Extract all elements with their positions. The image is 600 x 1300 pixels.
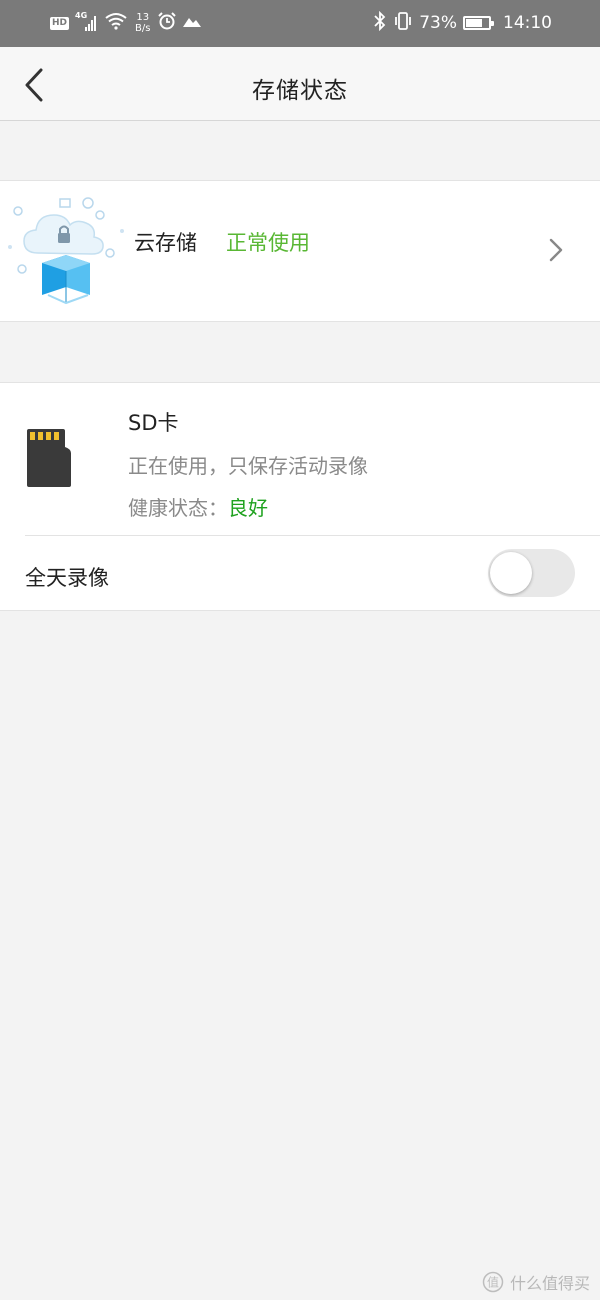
hd-badge: HD [50, 16, 70, 30]
network-type: 4G [75, 11, 88, 20]
battery-level [466, 19, 482, 27]
sd-health-label: 健康状态： [128, 496, 228, 520]
watermark-logo-icon: 值 [482, 1271, 504, 1293]
nav-bar: 存储状态 [0, 47, 600, 121]
wifi-icon [105, 12, 127, 34]
net-speed-value: 13 [136, 12, 150, 23]
sd-health-value: 良好 [228, 496, 268, 520]
cloud-storage-row[interactable]: 云存储 正常使用 [0, 180, 600, 322]
vibrate-icon [393, 11, 413, 35]
sd-health: 健康状态：良好 [128, 492, 268, 521]
all-day-recording-toggle[interactable] [488, 549, 575, 597]
toggle-knob [490, 552, 532, 594]
sd-card-icon [27, 429, 71, 487]
divider [25, 535, 600, 536]
sd-card-description: 正在使用，只保存活动录像 [128, 454, 368, 478]
net-speed: 13 B/s [135, 12, 150, 34]
cloud-storage-illustration [8, 197, 124, 305]
battery-percent: 73% [419, 13, 457, 33]
bluetooth-icon [373, 10, 387, 35]
chevron-right-icon [549, 238, 563, 262]
sd-card-section: SD卡 正在使用，只保存活动录像 健康状态：良好 全天录像 [0, 382, 600, 611]
watermark: 值 什么值得买 [482, 1270, 590, 1294]
battery-icon [463, 16, 494, 30]
cloud-storage-status: 正常使用 [226, 231, 310, 255]
cellular-signal-icon: 4G [75, 11, 99, 33]
all-day-recording-label: 全天录像 [25, 566, 109, 590]
svg-text:值: 值 [487, 1275, 499, 1290]
watermark-text: 什么值得买 [509, 1274, 590, 1293]
photo-icon [182, 13, 202, 33]
sd-card-title: SD卡 [128, 411, 179, 435]
alarm-icon [158, 12, 177, 34]
status-bar-left: HD 4G 13 B/s [50, 10, 202, 36]
cloud-storage-label: 云存储 [134, 231, 197, 255]
clock: 14:10 [503, 13, 552, 33]
net-speed-unit: B/s [135, 23, 151, 34]
status-bar: HD 4G 13 B/s 73% 14:10 [0, 0, 600, 47]
page-title: 存储状态 [252, 78, 348, 104]
status-bar-right: 73% 14:10 [373, 10, 552, 36]
